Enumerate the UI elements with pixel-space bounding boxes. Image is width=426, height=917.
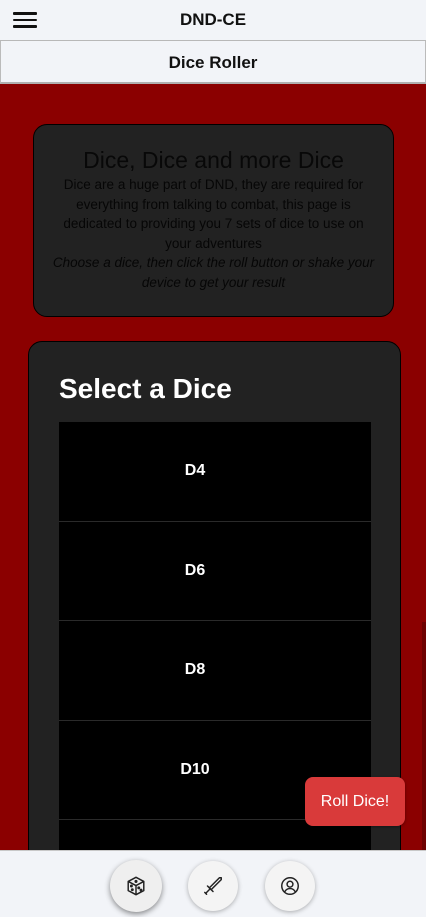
info-title: Dice, Dice and more Dice bbox=[83, 147, 344, 173]
page-title: Dice Roller bbox=[168, 53, 258, 72]
nav-combat-button[interactable] bbox=[188, 861, 238, 911]
roll-dice-button[interactable]: Roll Dice! bbox=[305, 777, 405, 826]
dice-icon bbox=[127, 876, 145, 896]
info-card: Dice, Dice and more Dice Dice are a huge… bbox=[33, 124, 394, 317]
scrollbar-thumb[interactable] bbox=[422, 622, 426, 850]
nav-profile-button[interactable] bbox=[265, 861, 315, 911]
top-app-bar: DND-CE bbox=[0, 0, 426, 41]
dice-list: D4 D6 D8 D10 bbox=[59, 422, 371, 900]
user-circle-icon bbox=[281, 877, 299, 895]
bottom-nav bbox=[0, 850, 426, 917]
dice-option-label: D6 bbox=[184, 561, 206, 579]
sword-icon bbox=[204, 877, 222, 895]
dice-option-label: D10 bbox=[180, 760, 210, 778]
page-header: Dice Roller bbox=[0, 41, 426, 84]
dice-option-d6[interactable]: D6 bbox=[59, 521, 371, 621]
dice-option-label: D4 bbox=[184, 462, 206, 480]
nav-dice-button[interactable] bbox=[110, 860, 162, 912]
select-title: Select a Dice bbox=[59, 373, 232, 404]
dice-option-label: D8 bbox=[184, 661, 206, 679]
info-hint: Choose a dice, then click the roll butto… bbox=[52, 255, 375, 290]
dice-option-d4[interactable]: D4 bbox=[59, 422, 371, 522]
info-description: Dice are a huge part of DND, they are re… bbox=[63, 177, 364, 251]
app-title: DND-CE bbox=[179, 10, 247, 29]
dice-option-d8[interactable]: D8 bbox=[59, 621, 371, 721]
